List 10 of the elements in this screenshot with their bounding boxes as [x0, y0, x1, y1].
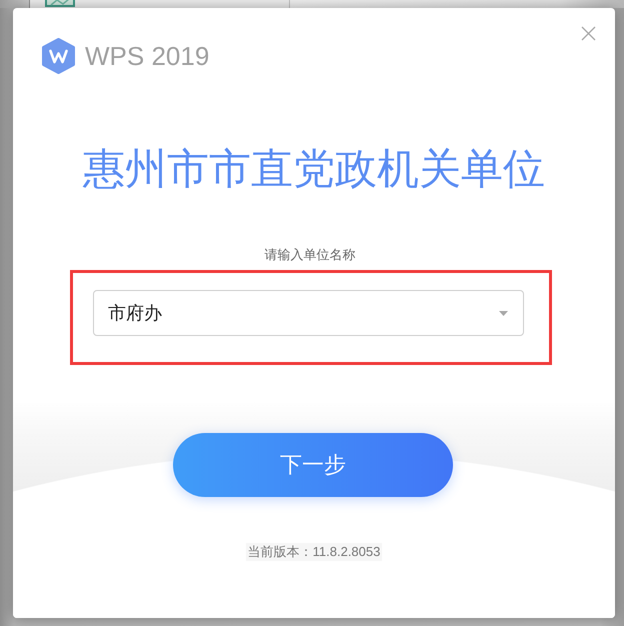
- field-label: 请输入单位名称: [264, 246, 356, 264]
- version-text: 当前版本：11.8.2.8053: [246, 543, 382, 561]
- brand-name: WPS 2019: [85, 40, 210, 72]
- logo-icon: [42, 38, 75, 74]
- dialog-title: 惠州市市直党政机关单位: [83, 144, 545, 194]
- caret-icon: [499, 310, 508, 316]
- thumbnail-icon: [45, 0, 75, 7]
- close-icon: [581, 26, 596, 41]
- close-button[interactable]: [581, 26, 596, 41]
- unit-select[interactable]: 市府办: [93, 290, 524, 336]
